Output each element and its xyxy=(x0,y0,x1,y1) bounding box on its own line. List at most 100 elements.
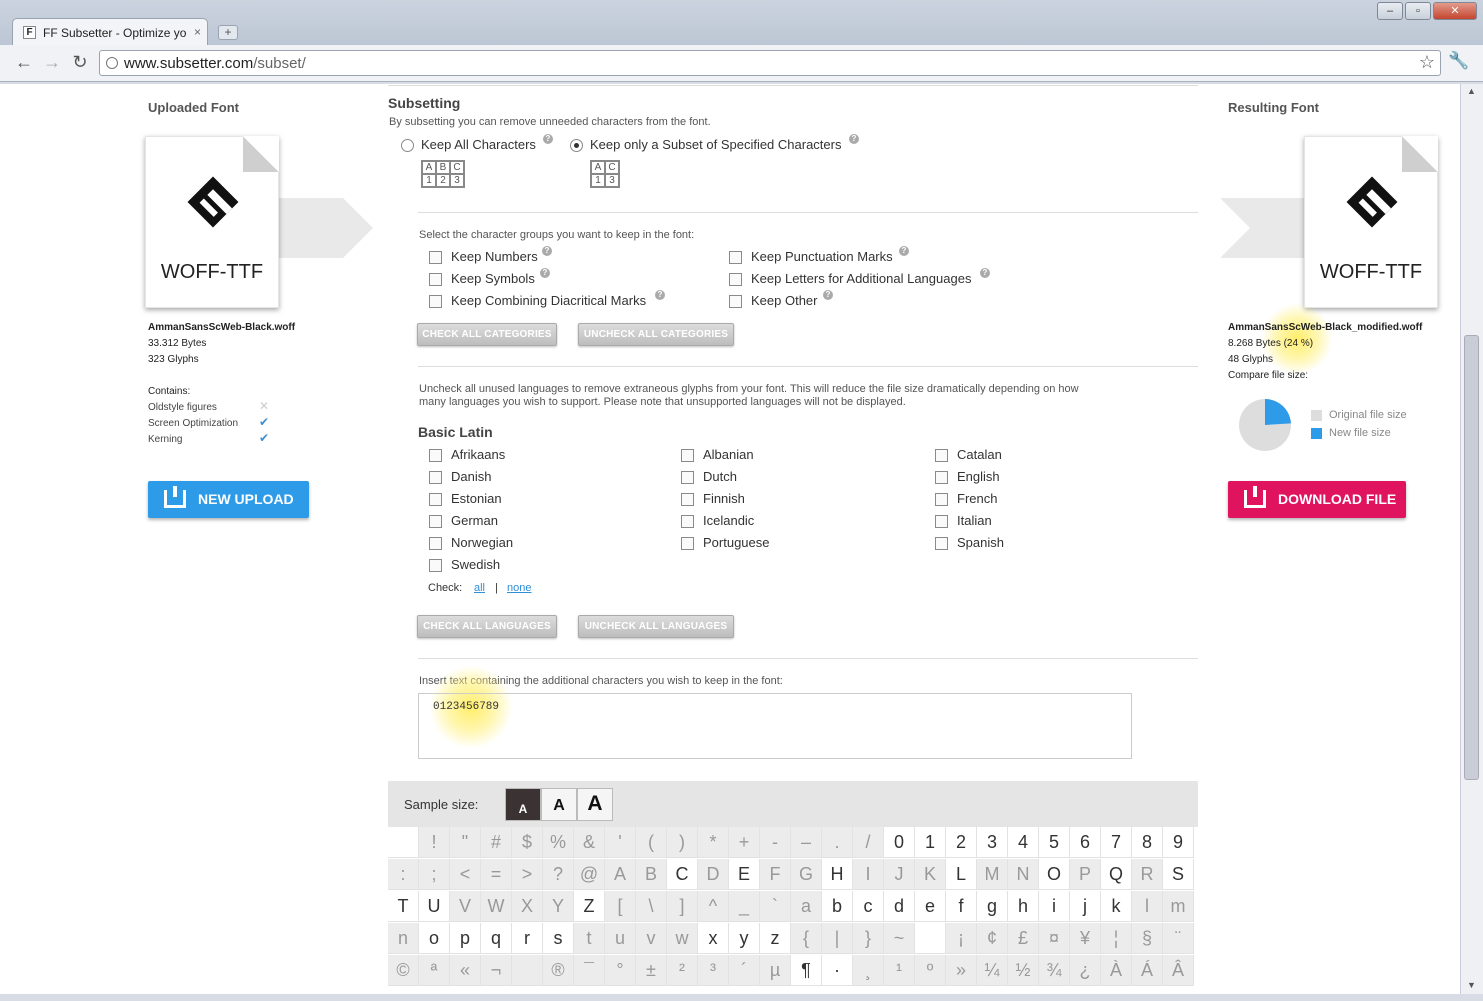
language-checkbox[interactable] xyxy=(681,537,694,550)
keep-other-label[interactable]: Keep Other xyxy=(751,293,818,308)
new-upload-label: NEW UPLOAD xyxy=(198,491,294,507)
new-tab-button[interactable]: + xyxy=(218,25,238,40)
sample-size-large-button[interactable]: A xyxy=(577,788,613,821)
keep-letters-additional-checkbox[interactable] xyxy=(729,273,742,286)
sample-size-small-button[interactable]: A xyxy=(505,788,541,821)
resulting-format-label: WOFF-TTF xyxy=(1319,261,1423,283)
glyph-cell: ? xyxy=(543,859,574,890)
forward-arrow-icon[interactable]: → xyxy=(40,51,64,75)
back-arrow-icon[interactable]: ← xyxy=(12,51,36,75)
tab-close-icon[interactable]: × xyxy=(194,25,201,39)
keep-numbers-checkbox[interactable] xyxy=(429,251,442,264)
glyph-cell: : xyxy=(388,859,419,890)
keep-diacritics-label[interactable]: Keep Combining Diacritical Marks xyxy=(451,293,646,308)
language-checkbox[interactable] xyxy=(935,493,948,506)
minimize-button[interactable]: – xyxy=(1377,2,1403,20)
language-label[interactable]: Spanish xyxy=(957,535,1004,550)
keep-punctuation-checkbox[interactable] xyxy=(729,251,742,264)
language-checkbox[interactable] xyxy=(681,471,694,484)
maximize-button[interactable]: ▫ xyxy=(1405,2,1431,20)
language-label[interactable]: Catalan xyxy=(957,447,1002,462)
help-icon[interactable]: ? xyxy=(655,290,665,300)
language-checkbox[interactable] xyxy=(681,515,694,528)
language-label[interactable]: Icelandic xyxy=(703,513,754,528)
help-icon[interactable]: ? xyxy=(542,246,552,256)
uploaded-format-label: WOFF-TTF xyxy=(160,261,264,283)
legend-new-label: New file size xyxy=(1329,427,1391,439)
language-label[interactable]: Portuguese xyxy=(703,535,770,550)
download-file-button[interactable]: DOWNLOAD FILE xyxy=(1228,481,1406,518)
language-checkbox[interactable] xyxy=(429,537,442,550)
keep-symbols-checkbox[interactable] xyxy=(429,273,442,286)
feature-oldstyle: Oldstyle figures xyxy=(148,402,217,413)
keep-letters-additional-label[interactable]: Keep Letters for Additional Languages xyxy=(751,271,971,286)
page-icon xyxy=(106,57,118,69)
keep-numbers-label[interactable]: Keep Numbers xyxy=(451,249,538,264)
language-label[interactable]: Albanian xyxy=(703,447,754,462)
language-checkbox[interactable] xyxy=(935,515,948,528)
keep-other-checkbox[interactable] xyxy=(729,295,742,308)
reload-icon[interactable]: ↻ xyxy=(68,51,92,75)
language-checkbox[interactable] xyxy=(681,449,694,462)
pie-new-slice xyxy=(1265,399,1291,425)
check-all-categories-button[interactable]: CHECK ALL CATEGORIES xyxy=(417,323,557,346)
language-label[interactable]: German xyxy=(451,513,498,528)
keep-diacritics-checkbox[interactable] xyxy=(429,295,442,308)
scrollbar-thumb[interactable] xyxy=(1464,335,1479,780)
close-window-button[interactable]: ✕ xyxy=(1433,2,1477,20)
language-label[interactable]: French xyxy=(957,491,997,506)
language-checkbox[interactable] xyxy=(935,471,948,484)
language-checkbox[interactable] xyxy=(429,515,442,528)
glyph-cell: = xyxy=(481,859,512,890)
language-label[interactable]: Afrikaans xyxy=(451,447,505,462)
language-checkbox[interactable] xyxy=(681,493,694,506)
glyph-cell: 1 xyxy=(915,827,946,858)
scroll-down-icon[interactable]: ▼ xyxy=(1467,980,1476,990)
language-label[interactable]: English xyxy=(957,469,1000,484)
new-upload-button[interactable]: NEW UPLOAD xyxy=(148,481,309,518)
keep-punctuation-label[interactable]: Keep Punctuation Marks xyxy=(751,249,893,264)
language-label[interactable]: Finnish xyxy=(703,491,745,506)
keep-subset-radio[interactable] xyxy=(570,139,583,152)
language-label[interactable]: Norwegian xyxy=(451,535,513,550)
download-file-label: DOWNLOAD FILE xyxy=(1278,491,1397,507)
help-icon[interactable]: ? xyxy=(543,134,553,144)
language-label[interactable]: Danish xyxy=(451,469,491,484)
language-checkbox[interactable] xyxy=(429,493,442,506)
language-checkbox[interactable] xyxy=(429,449,442,462)
sample-size-medium-button[interactable]: A xyxy=(541,788,577,821)
help-icon[interactable]: ? xyxy=(849,134,859,144)
vertical-scrollbar[interactable]: ▲ ▼ xyxy=(1460,84,1483,994)
check-none-link[interactable]: none xyxy=(507,582,531,594)
browser-tab[interactable]: F FF Subsetter - Optimize yo × xyxy=(12,18,208,45)
check-all-link[interactable]: all xyxy=(474,582,485,594)
help-icon[interactable]: ? xyxy=(823,290,833,300)
language-label[interactable]: Italian xyxy=(957,513,992,528)
language-label[interactable]: Dutch xyxy=(703,469,737,484)
keep-subset-label[interactable]: Keep only a Subset of Specified Characte… xyxy=(590,137,841,152)
bookmark-star-icon[interactable]: ☆ xyxy=(1419,52,1435,73)
uncheck-all-languages-button[interactable]: UNCHECK ALL LANGUAGES xyxy=(578,615,734,638)
check-all-languages-button[interactable]: CHECK ALL LANGUAGES xyxy=(417,615,557,638)
language-checkbox[interactable] xyxy=(429,559,442,572)
address-bar[interactable]: www.subsetter.com/subset/ ☆ xyxy=(99,50,1441,76)
uncheck-all-categories-button[interactable]: UNCHECK ALL CATEGORIES xyxy=(578,323,734,346)
help-icon[interactable]: ? xyxy=(540,268,550,278)
glyph-cell: r xyxy=(512,923,543,954)
glyph-cell: u xyxy=(605,923,636,954)
keep-all-label[interactable]: Keep All Characters xyxy=(421,137,536,152)
help-icon[interactable]: ? xyxy=(899,246,909,256)
keep-all-radio[interactable] xyxy=(401,139,414,152)
help-icon[interactable]: ? xyxy=(980,268,990,278)
scroll-up-icon[interactable]: ▲ xyxy=(1467,86,1476,96)
additional-characters-textarea[interactable]: 0123456789 xyxy=(418,693,1132,759)
language-label[interactable]: Swedish xyxy=(451,557,500,572)
wrench-menu-icon[interactable]: 🔧 xyxy=(1448,51,1469,71)
glyph-cell: + xyxy=(729,827,760,858)
glyph-cell: / xyxy=(853,827,884,858)
language-label[interactable]: Estonian xyxy=(451,491,502,506)
language-checkbox[interactable] xyxy=(935,537,948,550)
language-checkbox[interactable] xyxy=(935,449,948,462)
language-checkbox[interactable] xyxy=(429,471,442,484)
keep-symbols-label[interactable]: Keep Symbols xyxy=(451,271,535,286)
